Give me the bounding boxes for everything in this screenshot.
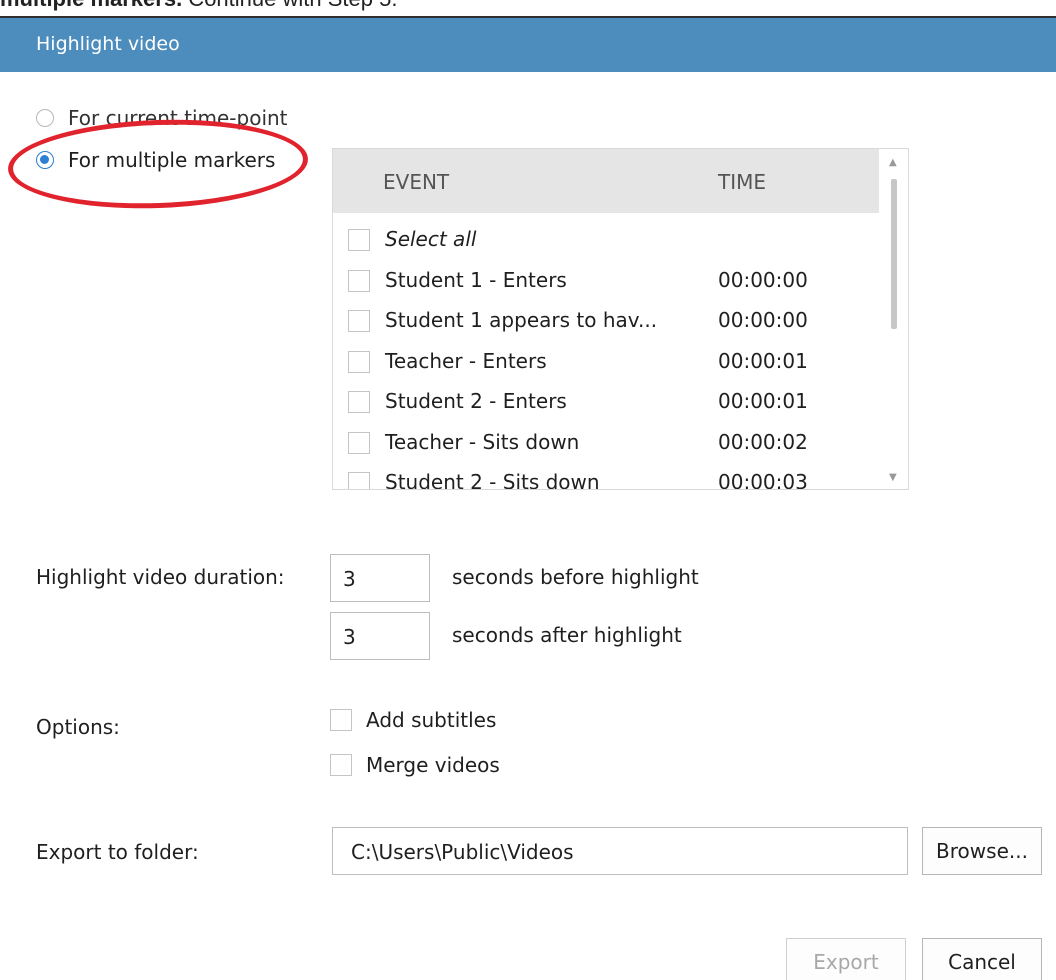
add-subtitles-label: Add subtitles (366, 708, 497, 732)
export-folder-input[interactable]: C:\Users\Public\Videos (332, 827, 908, 875)
event-rows: Select all Student 1 - Enters 00:00:00 S… (333, 221, 879, 490)
export-button[interactable]: Export (786, 938, 906, 980)
event-checkbox[interactable] (348, 391, 370, 413)
event-checkbox[interactable] (348, 431, 370, 454)
export-folder-label: Export to folder: (36, 840, 199, 864)
radio-button[interactable] (36, 109, 54, 127)
scroll-up-arrow-icon[interactable]: ▲ (889, 157, 897, 168)
page: multiple markers. Continue with Step 5. … (0, 0, 1056, 980)
seconds-before-hint: seconds before highlight (452, 565, 699, 589)
column-header-time[interactable]: TIME (718, 170, 766, 194)
event-name: Student 1 - Enters (385, 267, 567, 292)
dialog-titlebar: Highlight video (0, 16, 1056, 72)
event-time: 00:00:01 (718, 389, 808, 413)
select-all-label: Select all (385, 227, 477, 251)
column-header-event[interactable]: EVENT (383, 170, 449, 194)
event-list[interactable]: EVENT TIME Select all Student 1 - Enters… (332, 148, 909, 490)
event-name: Student 2 - Sits down (385, 470, 600, 490)
event-name: Teacher - Enters (385, 348, 547, 373)
scroll-down-arrow-icon[interactable]: ▼ (889, 472, 897, 483)
event-checkbox[interactable] (348, 269, 370, 292)
event-time: 00:00:00 (718, 267, 808, 292)
merge-videos-checkbox[interactable] (330, 754, 352, 776)
event-name: Student 1 appears to hav... (385, 308, 658, 332)
event-time: 00:00:03 (718, 470, 808, 490)
browse-button[interactable]: Browse... (922, 827, 1042, 875)
duration-label: Highlight video duration: (36, 565, 285, 589)
event-row[interactable]: Student 2 - Enters 00:00:01 (333, 383, 879, 424)
document-text-snippet: multiple markers. Continue with Step 5. (0, 0, 1056, 16)
event-checkbox[interactable] (348, 472, 370, 489)
event-row[interactable]: Teacher - Enters 00:00:01 (333, 343, 879, 384)
select-all-checkbox[interactable] (348, 229, 370, 251)
event-time: 00:00:02 (718, 429, 808, 454)
seconds-before-input[interactable]: 3 (330, 554, 430, 602)
event-checkbox[interactable] (348, 310, 370, 332)
cancel-button[interactable]: Cancel (922, 938, 1042, 980)
event-time: 00:00:00 (718, 308, 808, 332)
document-text-rest: Continue with Step 5. (182, 0, 397, 11)
merge-videos-label: Merge videos (366, 753, 500, 777)
vertical-scrollbar[interactable]: ▲ ▼ (880, 149, 908, 489)
select-all-row[interactable]: Select all (333, 221, 879, 262)
list-header: EVENT TIME (333, 149, 879, 213)
event-time: 00:00:01 (718, 348, 808, 373)
event-name: Student 2 - Enters (385, 389, 567, 413)
event-row[interactable]: Student 1 appears to hav... 00:00:00 (333, 302, 879, 343)
add-subtitles-checkbox[interactable] (330, 709, 352, 731)
document-text-bold: multiple markers. (0, 0, 182, 11)
add-subtitles-option[interactable]: Add subtitles (330, 708, 496, 732)
event-checkbox[interactable] (348, 350, 370, 373)
event-row[interactable]: Student 2 - Sits down 00:00:03 (333, 464, 879, 490)
event-name: Teacher - Sits down (385, 429, 580, 454)
seconds-after-input[interactable]: 3 (330, 612, 430, 660)
dialog-title: Highlight video (36, 33, 180, 55)
event-row[interactable]: Teacher - Sits down 00:00:02 (333, 424, 879, 465)
event-row[interactable]: Student 1 - Enters 00:00:00 (333, 262, 879, 303)
options-label: Options: (36, 715, 120, 739)
merge-videos-option[interactable]: Merge videos (330, 753, 500, 777)
seconds-after-hint: seconds after highlight (452, 623, 682, 647)
scrollbar-thumb[interactable] (891, 179, 897, 329)
